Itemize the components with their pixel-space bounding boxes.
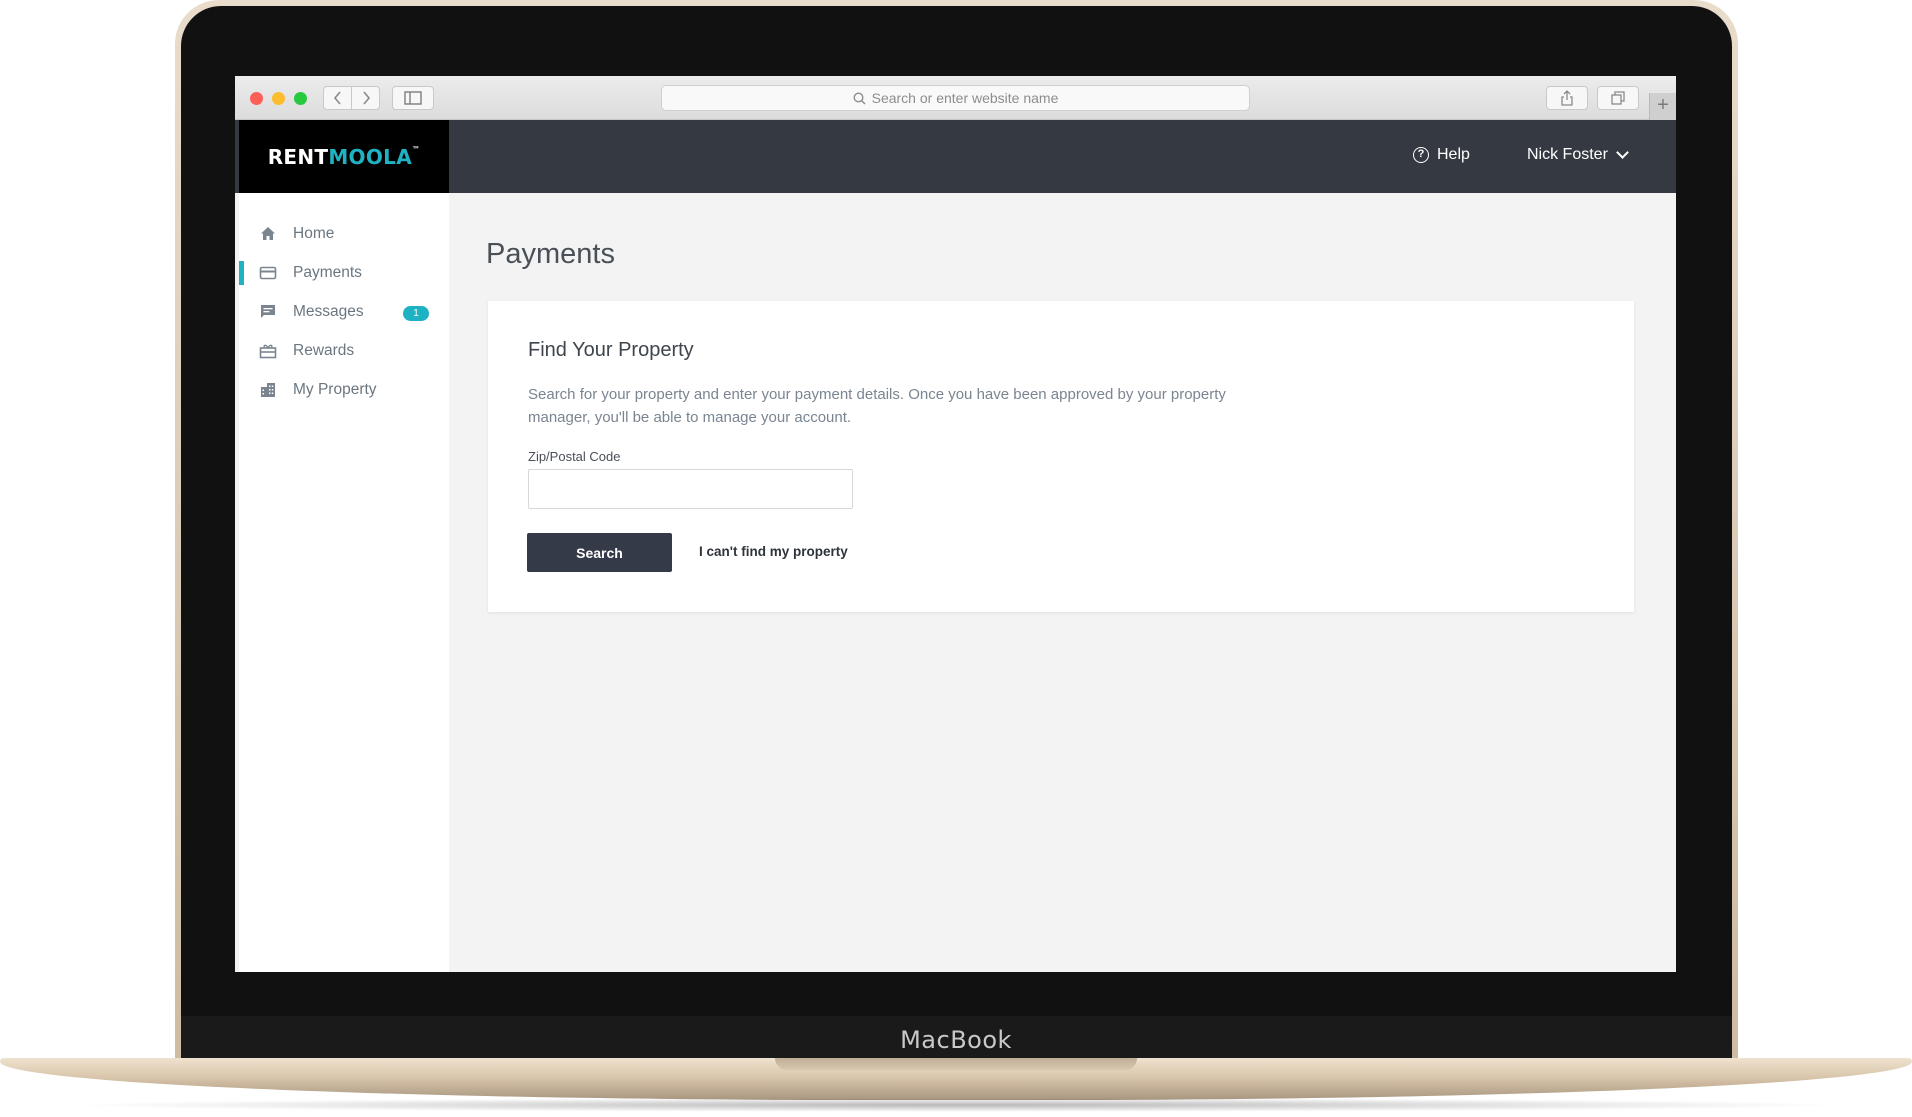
chevron-right-icon xyxy=(362,91,370,105)
browser-window: Search or enter website name + RENTMOOLA… xyxy=(235,76,1676,972)
help-link[interactable]: ? Help xyxy=(1413,146,1470,164)
sidebar-item-label: My Property xyxy=(293,381,377,398)
sidebar-item-label: Payments xyxy=(293,264,362,281)
forward-button[interactable] xyxy=(351,86,380,110)
page-title: Payments xyxy=(486,238,615,270)
new-tab-button[interactable]: + xyxy=(1649,93,1676,120)
tabs-button[interactable] xyxy=(1597,86,1639,110)
browser-toolbar: Search or enter website name + xyxy=(235,76,1676,120)
share-button[interactable] xyxy=(1546,86,1588,110)
laptop-notch xyxy=(775,1058,1137,1070)
laptop-shadow xyxy=(60,1098,1852,1112)
zip-code-input[interactable] xyxy=(528,469,853,509)
back-button[interactable] xyxy=(323,86,352,110)
user-name: Nick Foster xyxy=(1527,146,1608,163)
chevron-down-icon xyxy=(1616,146,1629,159)
sidebar-item-payments[interactable]: Payments xyxy=(239,256,449,290)
close-window-button[interactable] xyxy=(250,92,263,105)
gift-icon xyxy=(259,344,277,359)
maximize-window-button[interactable] xyxy=(294,92,307,105)
sidebar-item-label: Messages xyxy=(293,303,364,320)
sidebar-item-home[interactable]: Home xyxy=(239,217,449,251)
card-title: Find Your Property xyxy=(528,339,694,361)
sidebar-item-messages[interactable]: Messages 1 xyxy=(239,295,449,329)
user-menu[interactable]: Nick Foster xyxy=(1527,146,1629,164)
active-indicator xyxy=(239,261,244,285)
sidebar-item-label: Home xyxy=(293,225,335,242)
cant-find-property-link[interactable]: I can't find my property xyxy=(699,544,848,559)
find-property-card: Find Your Property Search for your prope… xyxy=(488,301,1634,612)
plus-icon: + xyxy=(1657,94,1669,116)
url-placeholder: Search or enter website name xyxy=(871,90,1059,106)
macbook-label: MacBook xyxy=(900,1026,1012,1054)
credit-card-icon xyxy=(259,266,277,280)
message-icon xyxy=(261,305,275,318)
logo-text: RENTMOOLA™ xyxy=(267,144,421,169)
help-icon: ? xyxy=(1413,147,1429,163)
search-icon xyxy=(853,91,866,105)
chevron-left-icon xyxy=(333,91,341,105)
tabs-icon xyxy=(1611,91,1625,105)
url-bar[interactable]: Search or enter website name xyxy=(661,85,1250,111)
sidebar-item-my-property[interactable]: My Property xyxy=(239,373,449,407)
minimize-window-button[interactable] xyxy=(272,92,285,105)
building-icon xyxy=(261,383,275,397)
messages-count-badge: 1 xyxy=(403,306,429,321)
sidebar-toggle-button[interactable] xyxy=(392,86,434,110)
help-label: Help xyxy=(1437,146,1470,163)
share-icon xyxy=(1561,90,1573,106)
sidebar-icon xyxy=(404,91,422,105)
search-button[interactable]: Search xyxy=(527,533,672,572)
main-content: Payments Find Your Property Search for y… xyxy=(449,193,1676,972)
logo[interactable]: RENTMOOLA™ xyxy=(239,120,449,193)
sidebar: Home Payments Messages 1 Rewards My Prop… xyxy=(239,193,449,972)
sidebar-item-label: Rewards xyxy=(293,342,355,359)
home-icon xyxy=(261,227,275,240)
app-header: RENTMOOLA™ ? Help Nick Foster xyxy=(235,120,1676,193)
zip-label: Zip/Postal Code xyxy=(528,449,621,464)
card-description: Search for your property and enter your … xyxy=(528,386,1226,426)
sidebar-item-rewards[interactable]: Rewards xyxy=(239,334,449,368)
